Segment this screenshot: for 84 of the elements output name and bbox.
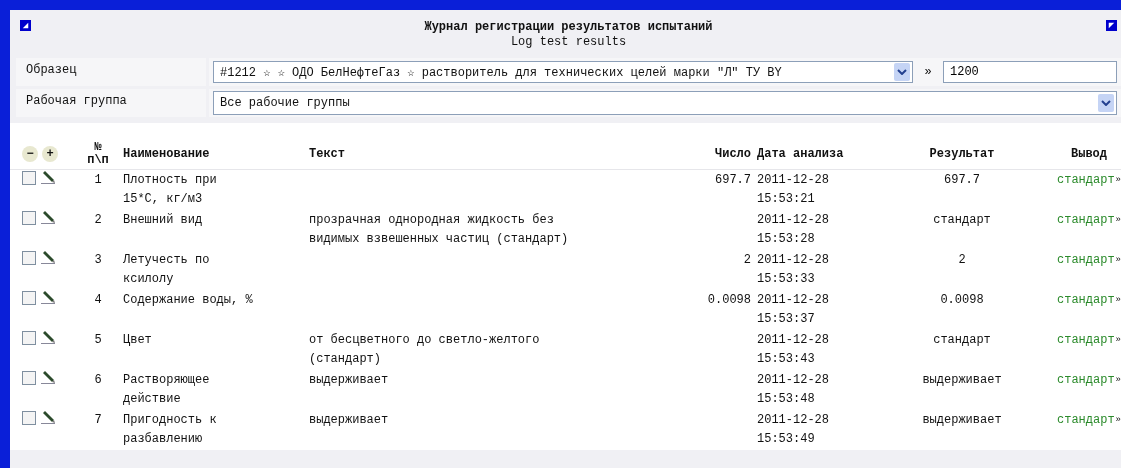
conclusion-link[interactable]: стандарт <box>1057 331 1115 350</box>
test-text: выдерживает <box>309 412 389 429</box>
separator-text: » <box>923 65 933 79</box>
column-header: Текст <box>309 147 345 161</box>
row-checkbox[interactable] <box>22 411 36 425</box>
test-name: Пригодность к разбавлению <box>123 412 218 448</box>
test-name: Растворяющее действие <box>123 372 211 408</box>
page-subtitle: Log test results <box>509 35 628 49</box>
test-name: Плотность при 15*С, кг/м3 <box>123 172 218 208</box>
group-select[interactable]: Все рабочие группы <box>213 91 1117 115</box>
result-value: 2 <box>958 252 966 269</box>
pencil-icon[interactable] <box>40 251 56 265</box>
collapse-button[interactable]: − <box>22 146 38 162</box>
analysis-date: 2011-12-28 15:53:49 <box>757 412 830 448</box>
row-number: 6 <box>94 372 102 389</box>
test-name: Внешний вид <box>123 212 203 229</box>
pencil-icon[interactable] <box>40 171 56 185</box>
conclusion-link[interactable]: стандарт <box>1057 171 1115 190</box>
column-header: Число <box>715 147 751 161</box>
test-name: Содержание воды, % <box>123 292 253 309</box>
column-header: № п\п <box>87 140 109 167</box>
column-header: Наименование <box>123 147 210 161</box>
dropdown-icon[interactable] <box>1098 94 1114 112</box>
row-checkbox[interactable] <box>22 291 36 305</box>
sample-select[interactable]: #1212 ☆ ☆ ОДО БелНефтеГаз ☆ растворитель для технических целей марки "Л" ТУ BY <box>213 61 913 83</box>
quantity-input[interactable]: 1200 <box>943 61 1117 83</box>
field-label: Образец <box>16 58 206 86</box>
row-number: 5 <box>94 332 102 349</box>
pencil-icon[interactable] <box>40 291 56 305</box>
corner-icon[interactable] <box>20 20 31 31</box>
row-number: 1 <box>94 172 102 189</box>
field-label: Рабочая группа <box>16 89 206 117</box>
analysis-date: 2011-12-28 15:53:43 <box>757 332 830 368</box>
more-link[interactable]: » <box>1115 331 1121 350</box>
row-checkbox[interactable] <box>22 371 36 385</box>
result-value: 0.0098 <box>940 292 984 309</box>
result-value: 697.7 <box>944 172 980 189</box>
number-value: 697.7 <box>715 172 751 189</box>
result-value: стандарт <box>933 332 991 349</box>
analysis-date: 2011-12-28 15:53:28 <box>757 212 830 248</box>
row-checkbox[interactable] <box>22 331 36 345</box>
number-value: 2 <box>743 252 751 269</box>
row-checkbox[interactable] <box>22 251 36 265</box>
corner-icon[interactable] <box>1106 20 1117 31</box>
pencil-icon[interactable] <box>40 411 56 425</box>
result-value: стандарт <box>933 212 991 229</box>
more-link[interactable]: » <box>1115 291 1121 310</box>
row-number: 7 <box>94 412 102 429</box>
conclusion-link[interactable]: стандарт <box>1057 411 1115 430</box>
more-link[interactable]: » <box>1115 411 1121 430</box>
conclusion-link[interactable]: стандарт <box>1057 371 1115 390</box>
row-number: 4 <box>94 292 102 309</box>
expand-button[interactable]: + <box>42 146 58 162</box>
row-number: 2 <box>94 212 102 229</box>
analysis-date: 2011-12-28 15:53:33 <box>757 252 830 288</box>
more-link[interactable]: » <box>1115 171 1121 190</box>
test-text: от бесцветного до светло-желтого (стандарт) <box>309 332 541 368</box>
row-checkbox[interactable] <box>22 171 36 185</box>
analysis-date: 2011-12-28 15:53:21 <box>757 172 830 208</box>
conclusion-link[interactable]: стандарт <box>1057 211 1115 230</box>
result-value: выдерживает <box>922 412 1002 429</box>
pencil-icon[interactable] <box>40 211 56 225</box>
conclusion-link[interactable]: стандарт <box>1057 291 1115 310</box>
row-checkbox[interactable] <box>22 211 36 225</box>
more-link[interactable]: » <box>1115 371 1121 390</box>
test-text: выдерживает <box>309 372 389 389</box>
test-name: Летучесть по ксилолу <box>123 252 211 288</box>
analysis-date: 2011-12-28 15:53:37 <box>757 292 830 328</box>
number-value: 0.0098 <box>707 292 751 309</box>
page-title: Журнал регистрации результатов испытаний <box>424 20 713 34</box>
dropdown-icon[interactable] <box>894 63 910 81</box>
conclusion-link[interactable]: стандарт <box>1057 251 1115 270</box>
pencil-icon[interactable] <box>40 371 56 385</box>
column-header: Дата анализа <box>757 147 844 161</box>
test-text: прозрачная однородная жидкость без видимых взвешенных частиц (стандарт) <box>309 212 570 248</box>
more-link[interactable]: » <box>1115 211 1121 230</box>
column-header: Вывод <box>1071 147 1107 161</box>
result-value: выдерживает <box>922 372 1002 389</box>
analysis-date: 2011-12-28 15:53:48 <box>757 372 830 408</box>
test-name: Цвет <box>123 332 152 349</box>
row-number: 3 <box>94 252 102 269</box>
pencil-icon[interactable] <box>40 331 56 345</box>
more-link[interactable]: » <box>1115 251 1121 270</box>
column-header: Результат <box>929 147 995 161</box>
